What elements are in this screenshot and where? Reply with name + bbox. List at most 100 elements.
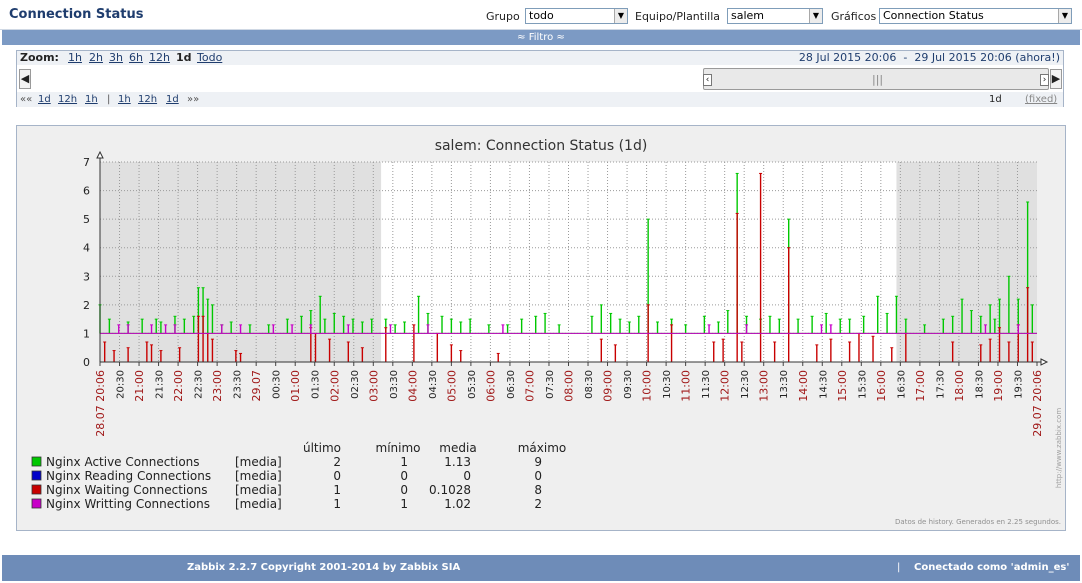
legend-swatch: [31, 470, 42, 481]
graph-panel: 0 1 2 3 4 5 6 7 28.07 20:06 20:30 21:00 21:30 22:00 2…: [16, 125, 1066, 531]
page-title: Connection Status: [9, 7, 144, 22]
zoom-1d[interactable]: 1d: [176, 51, 192, 65]
legend-avg: 0: [463, 469, 471, 483]
generated-note: Datos de history. Generados en 2.25 segu…: [895, 518, 1061, 526]
legend-series-func: [media]: [235, 469, 282, 483]
zabbix-watermark: http://www.zabbix.com: [1055, 408, 1063, 488]
x-tick-label: 00:30: [272, 370, 283, 399]
legend-series-name: Nginx Reading Connections: [46, 469, 211, 483]
x-tick-label: 18:30: [974, 370, 985, 399]
graph-select-value: Connection Status: [883, 9, 984, 22]
zoom-panel: Zoom: 1h 2h 3h 6h 12h 1d Todo 28 Jul 201…: [16, 50, 1064, 107]
scroll-right-button[interactable]: ▶: [1050, 69, 1062, 89]
x-tick-label: 23:00: [211, 370, 224, 402]
filter-toggle[interactable]: ≈ Filtro ≈: [2, 30, 1080, 45]
x-tick-label: 04:30: [428, 370, 439, 399]
zoom-all[interactable]: Todo: [197, 51, 222, 65]
nav-forward-12h[interactable]: 12h: [138, 92, 157, 107]
period-separator: -: [903, 51, 908, 64]
time-scrollbar[interactable]: ◀ ‹ ||| › ▶: [17, 66, 1063, 92]
legend-header: mínimo: [376, 441, 421, 455]
fixed-toggle[interactable]: (fixed): [1025, 92, 1057, 107]
zoom-12h[interactable]: 12h: [149, 51, 170, 65]
period-range: 28 Jul 2015 20:06 - 29 Jul 2015 20:06 (a…: [799, 51, 1060, 65]
legend-series-name: Nginx Writting Connections: [46, 497, 210, 511]
period-to: 29 Jul 2015 20:06 (ahora!): [914, 51, 1060, 64]
zoom-label: Zoom:: [20, 51, 59, 64]
nav-forward-1h[interactable]: 1h: [118, 92, 131, 107]
x-tick-label: 08:00: [563, 370, 576, 402]
x-tick-label: 13:00: [758, 370, 771, 402]
x-tick-label: 19:30: [1013, 370, 1024, 399]
y-tick-label: 7: [83, 156, 90, 169]
graph-label: Gráficos: [831, 10, 877, 23]
y-tick-label: 2: [83, 299, 90, 312]
x-tick-label: 22:30: [194, 370, 205, 399]
legend-series-func: [media]: [235, 483, 282, 497]
zoom-3h[interactable]: 3h: [109, 51, 123, 65]
host-label: Equipo/Plantilla: [635, 10, 721, 23]
connection-status-graph: 0123456728.07 20:06 20:30 21:00 21:30 22:00 2…: [31, 138, 1063, 526]
nav-forward-all[interactable]: »»: [187, 92, 199, 107]
x-tick-label: 06:00: [484, 370, 497, 402]
x-tick-label: 07:00: [523, 370, 536, 402]
legend-header: máximo: [518, 441, 567, 455]
x-tick-label: 11:00: [680, 370, 693, 402]
legend-max: 9: [534, 455, 542, 469]
x-tick-label: 02:30: [350, 370, 361, 399]
nav-back-1h[interactable]: 1h: [85, 92, 98, 107]
group-select-value: todo: [529, 9, 554, 22]
x-tick-label: 15:00: [836, 370, 849, 402]
period-from: 28 Jul 2015 20:06: [798, 51, 897, 64]
x-tick-label: 22:00: [172, 370, 185, 402]
x-tick-label: 16:00: [875, 370, 888, 402]
scroll-left-button[interactable]: ◀: [19, 69, 31, 89]
x-tick-label: 01:30: [311, 370, 322, 399]
x-tick-label: 09:30: [623, 370, 634, 399]
x-tick-label: 02:00: [328, 370, 341, 402]
zoom-6h[interactable]: 6h: [129, 51, 143, 65]
x-tick-label: 07:30: [545, 370, 556, 399]
x-tick-label: 09:00: [602, 370, 615, 402]
nav-forward-1d[interactable]: 1d: [166, 92, 179, 107]
x-tick-label: 08:30: [584, 370, 595, 399]
group-select[interactable]: todo ▼: [525, 8, 628, 24]
nav-back-all[interactable]: ««: [20, 92, 32, 107]
y-tick-label: 1: [83, 327, 90, 340]
legend-swatch: [31, 456, 42, 467]
x-tick-label: 17:00: [914, 370, 927, 402]
legend-series-func: [media]: [235, 497, 282, 511]
x-tick-label: 14:00: [797, 370, 810, 402]
x-tick-label: 21:00: [133, 370, 146, 402]
x-tick-label: 21:30: [155, 370, 166, 399]
grip-icon: |||: [872, 73, 884, 86]
resize-right-handle[interactable]: ›: [1040, 74, 1049, 86]
legend-swatch: [31, 484, 42, 495]
scroll-thumb[interactable]: ‹ ||| ›: [703, 68, 1049, 90]
y-axis-arrow: [96, 150, 104, 159]
footer-separator: |: [897, 562, 901, 573]
legend-max: 2: [534, 497, 542, 511]
chevron-down-icon: ▼: [614, 9, 627, 23]
y-tick-label: 4: [83, 242, 90, 255]
connected-user: Conectado como 'admin_es': [914, 562, 1070, 573]
legend-last: 0: [333, 469, 341, 483]
graph-select[interactable]: Connection Status ▼: [879, 8, 1072, 24]
x-tick-label: 29.07: [250, 370, 263, 402]
legend-avg: 0.1028: [429, 483, 471, 497]
page-header: Connection Status Grupo todo ▼ Equipo/Pl…: [0, 0, 1082, 30]
x-tick-label: 12:00: [719, 370, 732, 402]
legend-swatch: [31, 498, 42, 509]
nav-back-1d[interactable]: 1d: [38, 92, 51, 107]
x-tick-label: 10:30: [662, 370, 673, 399]
host-select-value: salem: [731, 9, 765, 22]
zoom-1h[interactable]: 1h: [68, 51, 82, 65]
chart-title: salem: Connection Status (1d): [435, 138, 648, 154]
legend-last: 2: [333, 455, 341, 469]
host-select[interactable]: salem ▼: [727, 8, 823, 24]
resize-left-handle[interactable]: ‹: [703, 74, 712, 86]
x-tick-label: 03:30: [389, 370, 400, 399]
legend-series-name: Nginx Active Connections: [46, 455, 200, 469]
nav-back-12h[interactable]: 12h: [58, 92, 77, 107]
zoom-2h[interactable]: 2h: [89, 51, 103, 65]
